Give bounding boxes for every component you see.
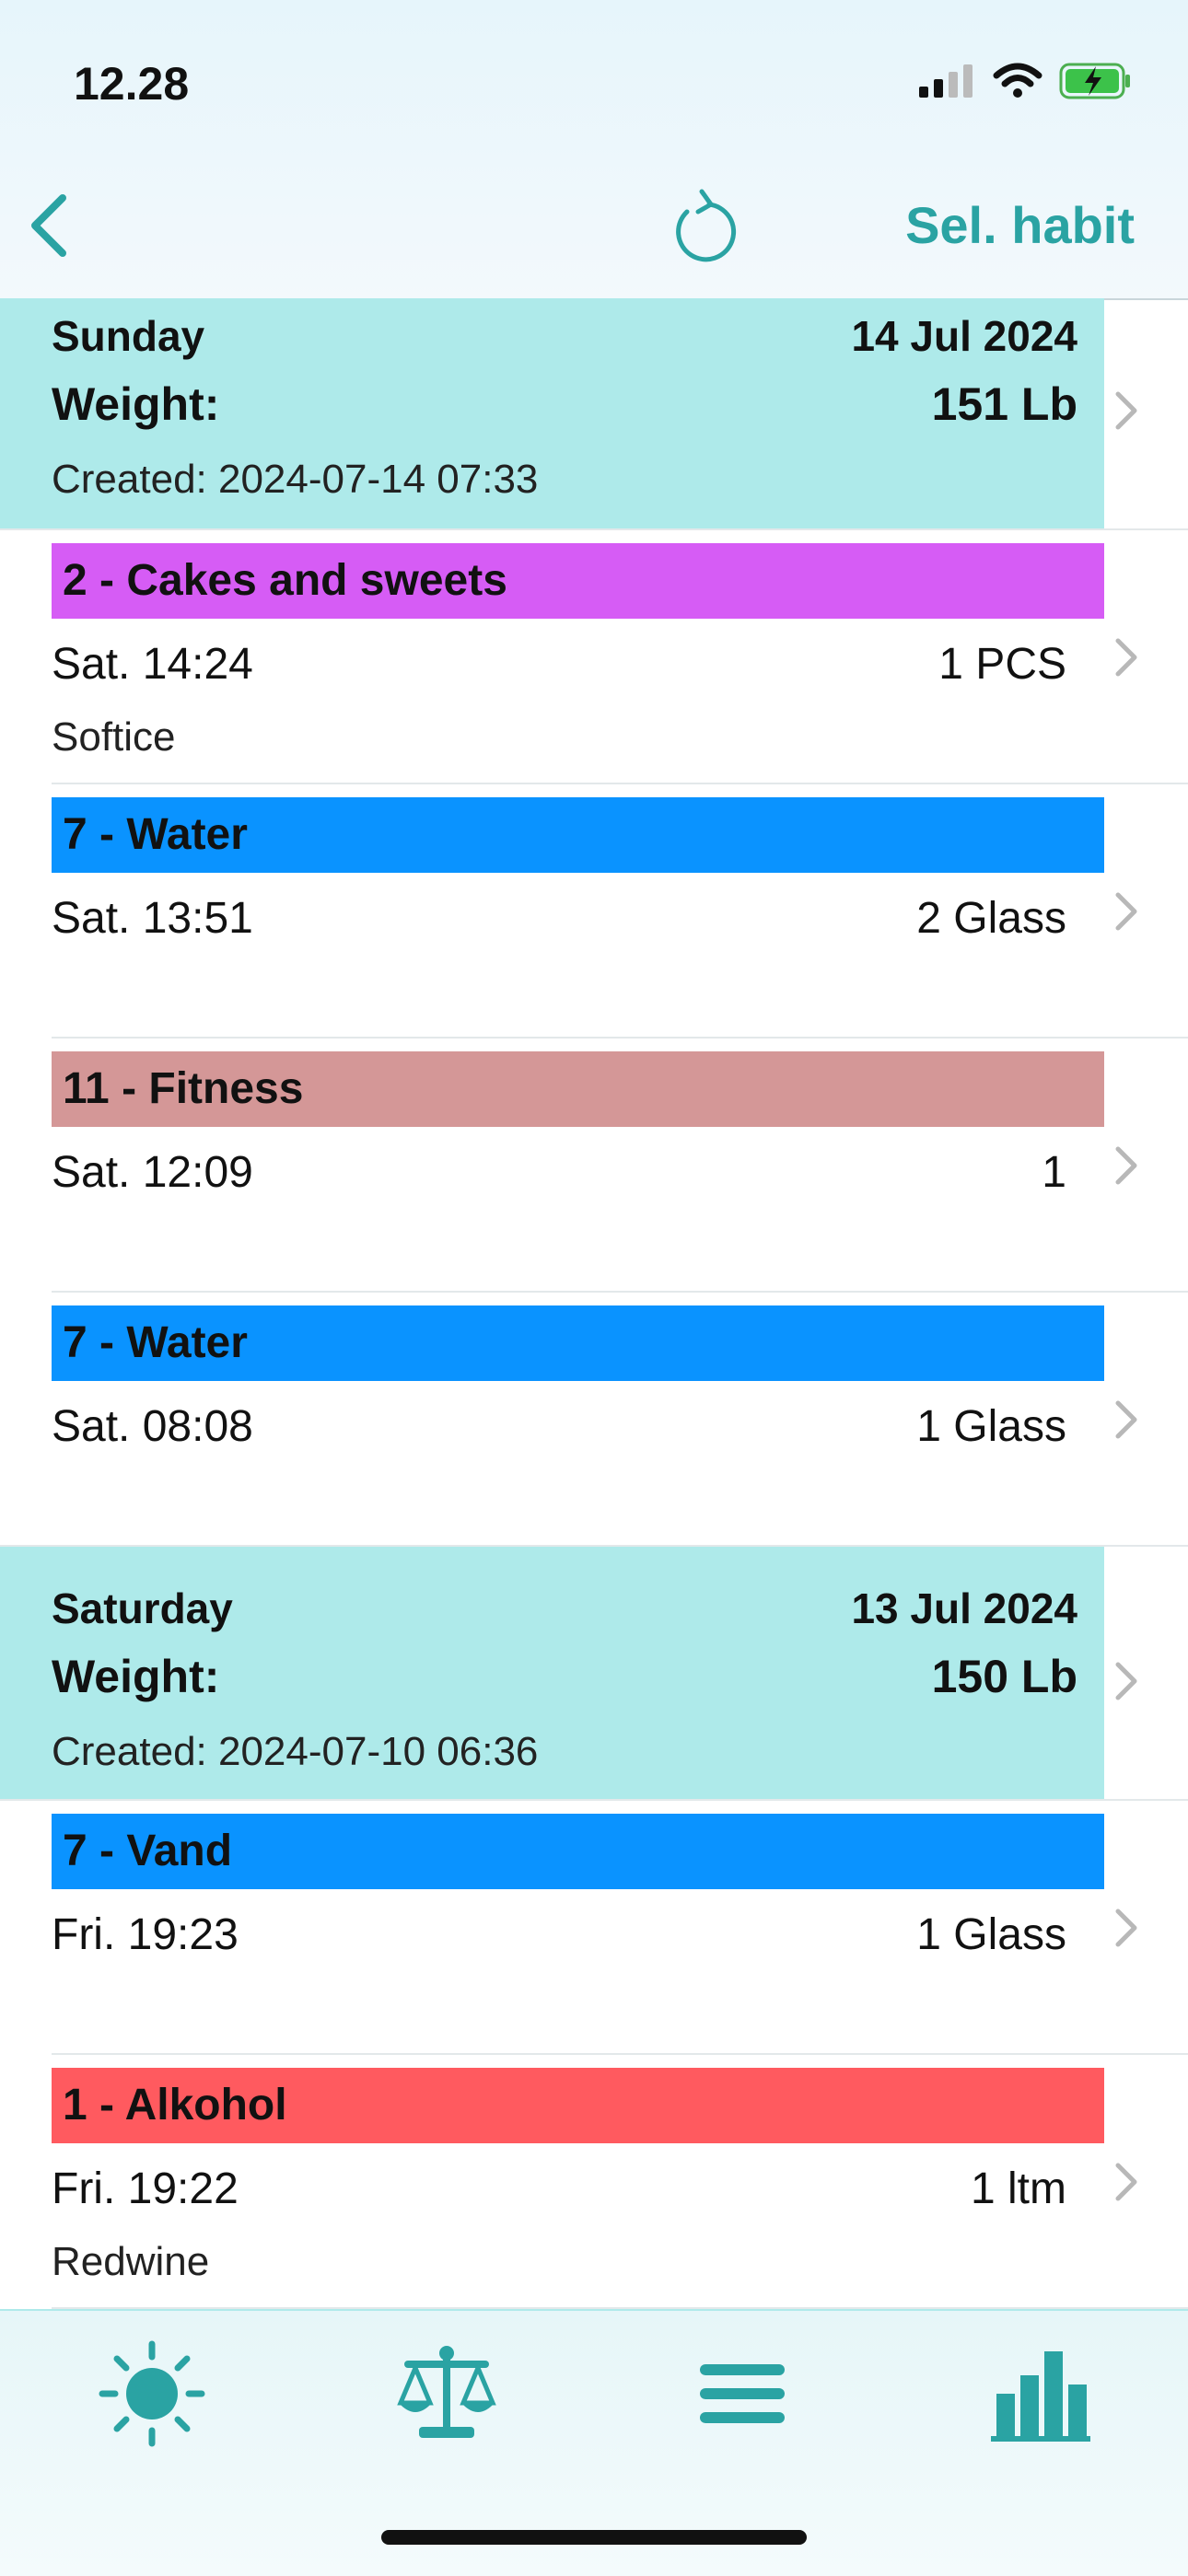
day-name: Sunday <box>52 312 205 360</box>
chevron-right-icon <box>1115 892 1137 931</box>
weight-value: 150 Lb <box>931 1651 1077 1702</box>
list-item[interactable]: 2 - Cakes and sweets Sat. 14:24 1 PCS So… <box>0 530 1188 784</box>
top-bar: 12.28 Sel. habit <box>0 0 1188 300</box>
entry-time: Sat. 08:08 <box>52 1402 253 1451</box>
day-date: 13 Jul 2024 <box>851 1584 1077 1632</box>
day-name: Saturday <box>52 1584 233 1632</box>
status-time: 12.28 <box>74 58 190 110</box>
bar-chart-icon[interactable] <box>984 2338 1094 2449</box>
list-item[interactable]: 7 - Vand Fri. 19:23 1 Glass <box>0 1801 1188 2055</box>
entry-quantity: 1 PCS <box>938 640 1066 689</box>
scale-icon[interactable] <box>391 2338 502 2449</box>
entry-time: Fri. 19:22 <box>52 2164 239 2213</box>
list-item[interactable]: 7 - Water Sat. 08:08 1 Glass <box>0 1293 1188 1547</box>
entry-quantity: 1 ltm <box>970 2164 1066 2213</box>
signal-icon <box>919 64 973 98</box>
weight-value: 151 Lb <box>931 378 1077 430</box>
battery-charging-icon <box>1059 63 1130 99</box>
weight-label: Weight: <box>52 1651 220 1702</box>
entry-quantity: 1 Glass <box>916 1402 1066 1451</box>
status-icons <box>919 63 1133 99</box>
habit-bar: 7 - Water <box>52 797 1104 873</box>
chevron-right-icon <box>1115 1909 1137 1947</box>
list-item[interactable]: 7 - Water Sat. 13:51 2 Glass <box>0 784 1188 1039</box>
chevron-right-icon <box>1115 1146 1137 1185</box>
list-item[interactable]: 11 - Fitness Sat. 12:09 1 <box>0 1039 1188 1293</box>
habit-log-list: Sunday 14 Jul 2024 Weight: 151 Lb Create… <box>0 298 1188 2309</box>
weight-label: Weight: <box>52 378 220 430</box>
habit-bar: 7 - Vand <box>52 1814 1104 1889</box>
created-timestamp: Created: 2024-07-10 06:36 <box>52 1729 539 1774</box>
day-header-sunday[interactable]: Sunday 14 Jul 2024 Weight: 151 Lb Create… <box>0 298 1188 530</box>
entry-quantity: 2 Glass <box>916 894 1066 943</box>
habit-bar: 11 - Fitness <box>52 1051 1104 1127</box>
select-habit-button[interactable]: Sel. habit <box>905 195 1135 255</box>
wifi-icon <box>993 63 1042 98</box>
menu-icon[interactable] <box>687 2338 798 2449</box>
chevron-right-icon <box>1115 638 1137 677</box>
chevron-right-icon <box>1115 391 1137 430</box>
habit-bar: 1 - Alkohol <box>52 2068 1104 2143</box>
entry-note: Softice <box>52 714 176 760</box>
entry-quantity: 1 Glass <box>916 1910 1066 1959</box>
habit-bar: 2 - Cakes and sweets <box>52 543 1104 619</box>
habit-bar: 7 - Water <box>52 1305 1104 1381</box>
entry-time: Sat. 14:24 <box>52 640 253 689</box>
refresh-icon[interactable] <box>667 184 740 267</box>
home-indicator[interactable] <box>381 2530 807 2545</box>
entry-time: Sat. 12:09 <box>52 1148 253 1197</box>
entry-note: Redwine <box>52 2239 210 2284</box>
back-chevron-icon[interactable] <box>22 189 77 262</box>
chevron-right-icon <box>1115 1400 1137 1439</box>
chevron-right-icon <box>1115 2163 1137 2201</box>
sun-icon[interactable] <box>97 2338 207 2449</box>
entry-time: Sat. 13:51 <box>52 894 253 943</box>
chevron-right-icon <box>1115 1662 1137 1700</box>
day-header-saturday[interactable]: Saturday 13 Jul 2024 Weight: 150 Lb Crea… <box>0 1547 1188 1801</box>
created-timestamp: Created: 2024-07-14 07:33 <box>52 457 539 502</box>
list-item[interactable]: 1 - Alkohol Fri. 19:22 1 ltm Redwine <box>0 2055 1188 2309</box>
day-date: 14 Jul 2024 <box>851 312 1077 360</box>
entry-time: Fri. 19:23 <box>52 1910 239 1959</box>
entry-quantity: 1 <box>1042 1148 1066 1197</box>
